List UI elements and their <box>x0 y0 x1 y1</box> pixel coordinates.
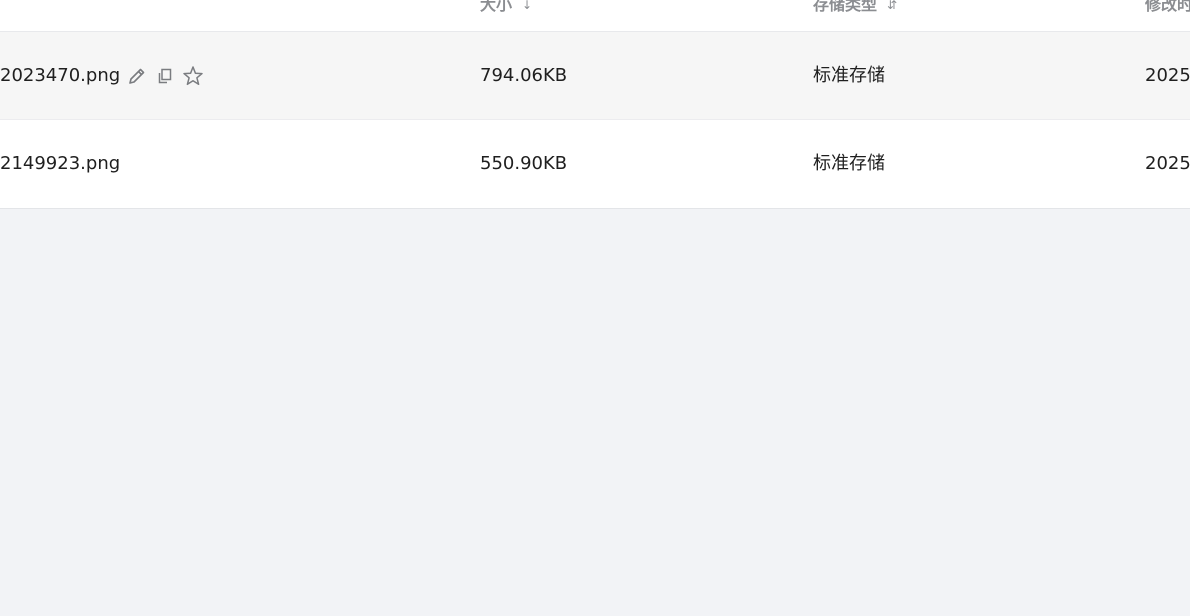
modified-time-cell: 2025- <box>1145 65 1190 86</box>
file-name-link[interactable]: 2149923.png <box>0 120 120 207</box>
table-row[interactable]: 2023470.png 794.06KB 标准存储 2025 <box>0 32 1190 120</box>
star-icon[interactable] <box>182 65 204 87</box>
edit-icon[interactable] <box>126 65 148 87</box>
file-name-cell: 2023470.png <box>0 32 210 119</box>
column-header-storage-type-label: 存储类型 <box>813 0 878 14</box>
file-table: 大小 ↓ 存储类型 ⇵ 修改时 2023470.png 794.06KB 标准存… <box>0 0 1190 209</box>
sort-icon[interactable]: ⇵ <box>887 0 897 16</box>
column-header-modified[interactable]: 修改时 <box>1145 0 1190 16</box>
column-header-storage-type[interactable]: 存储类型 ⇵ <box>813 0 897 16</box>
table-header: 大小 ↓ 存储类型 ⇵ 修改时 <box>0 0 1190 32</box>
column-header-size[interactable]: 大小 ↓ <box>480 0 532 16</box>
arrow-down-icon[interactable]: ↓ <box>522 0 532 16</box>
storage-type-cell: 标准存储 <box>813 153 885 174</box>
column-header-modified-label: 修改时 <box>1145 0 1190 14</box>
file-name-link[interactable]: 2023470.png <box>0 32 120 119</box>
table-row[interactable]: 2149923.png 550.90KB 标准存储 2025- <box>0 120 1190 208</box>
file-size-cell: 794.06KB <box>480 65 568 86</box>
file-size-cell: 550.90KB <box>480 153 568 174</box>
file-name-cell: 2149923.png <box>0 120 120 207</box>
copy-icon[interactable] <box>154 65 176 87</box>
modified-time-cell: 2025- <box>1145 153 1190 174</box>
row-actions <box>126 65 210 87</box>
storage-type-cell: 标准存储 <box>813 65 885 86</box>
column-header-size-label: 大小 <box>480 0 513 14</box>
